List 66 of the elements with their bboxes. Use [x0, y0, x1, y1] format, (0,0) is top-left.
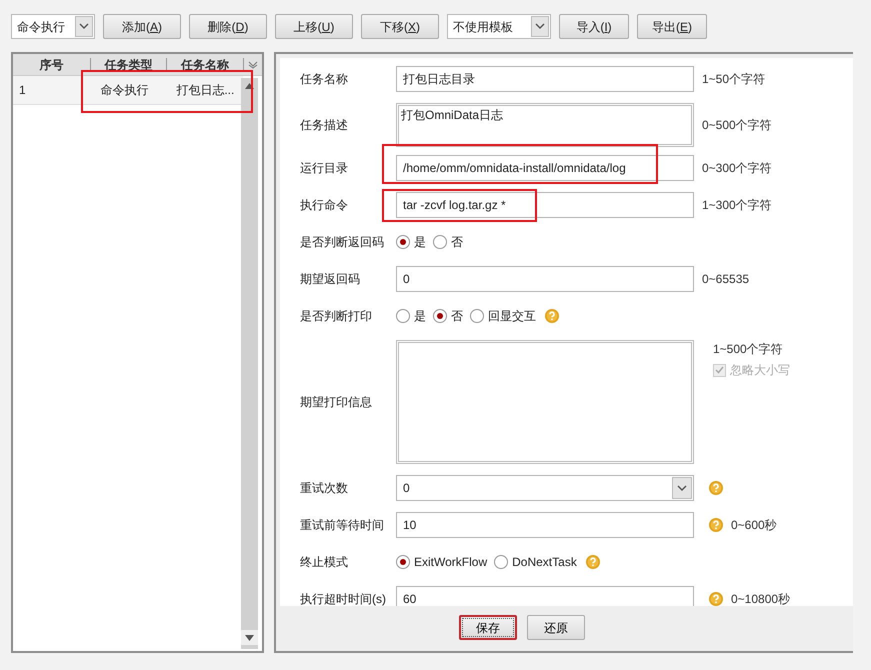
- help-icon[interactable]: [709, 592, 723, 606]
- chevron-down-icon[interactable]: [535, 23, 545, 30]
- hint-text: 0~500个字符: [701, 118, 772, 132]
- table-cell-text: 1: [18, 82, 27, 99]
- radio-option[interactable]: 否: [433, 233, 463, 251]
- field-label: 重试前等待时间: [299, 518, 385, 532]
- sort-icon[interactable]: [248, 60, 258, 68]
- hint-text: 0~65535: [701, 272, 750, 286]
- field-label: 任务名称: [299, 72, 349, 86]
- table-cell-text: 打包日志...: [175, 82, 236, 99]
- toolbar-button[interactable]: 下移(X): [361, 14, 439, 39]
- field-label: 是否判断打印: [299, 309, 373, 323]
- text-area[interactable]: [396, 340, 694, 464]
- toolbar-button[interactable]: 删除(D): [189, 14, 267, 39]
- retry-select[interactable]: 0: [396, 475, 694, 501]
- help-icon[interactable]: [545, 309, 559, 323]
- radio-option[interactable]: 是: [396, 233, 426, 251]
- help-icon[interactable]: [709, 518, 723, 532]
- footer-button[interactable]: 保存: [459, 615, 517, 640]
- radio-option[interactable]: 是: [396, 307, 426, 325]
- checkbox-label: 忽略大小写: [730, 362, 790, 379]
- hint-text: 0~600秒: [730, 518, 777, 532]
- scrollbar[interactable]: [241, 78, 258, 649]
- hint-text: 1~500个字符: [713, 342, 784, 356]
- check-icon: [715, 366, 724, 374]
- column-header: 序号: [13, 58, 91, 72]
- text-area[interactable]: 打包OmniData日志: [396, 103, 694, 147]
- hint-text: 1~300个字符: [701, 198, 772, 212]
- scroll-down-icon[interactable]: [245, 634, 254, 640]
- field-label: 终止模式: [299, 555, 349, 569]
- scroll-up-icon[interactable]: [245, 83, 254, 89]
- input-field[interactable]: 10: [396, 512, 694, 538]
- help-icon[interactable]: [586, 555, 600, 569]
- toolbar-button[interactable]: 添加(A): [103, 14, 181, 39]
- footer-button[interactable]: 还原: [527, 615, 585, 640]
- input-field[interactable]: 打包日志目录: [396, 66, 694, 92]
- field-label: 运行目录: [299, 161, 349, 175]
- hint-text: 1~50个字符: [701, 72, 766, 86]
- table-row[interactable]: 1 命令执行 打包日志...: [13, 76, 243, 105]
- input-field[interactable]: tar -zcvf log.tar.gz *: [396, 192, 694, 218]
- toolbar-button[interactable]: 导入(I): [559, 14, 629, 39]
- field-label: 执行命令: [299, 198, 349, 212]
- input-field[interactable]: 0: [396, 266, 694, 292]
- radio-option[interactable]: ExitWorkFlow: [396, 553, 488, 571]
- radio-option[interactable]: 否: [433, 307, 463, 325]
- input-field[interactable]: 60: [396, 586, 694, 606]
- field-label: 期望打印信息: [299, 395, 373, 409]
- radio-option[interactable]: DoNextTask: [494, 553, 577, 571]
- hint-text: 0~300个字符: [701, 161, 772, 175]
- chevron-down-icon[interactable]: [79, 23, 89, 30]
- input-field[interactable]: /home/omm/omnidata-install/omnidata/log: [396, 155, 694, 181]
- field-label: 任务描述: [299, 118, 349, 132]
- toolbar-button[interactable]: 导出(E): [637, 14, 707, 39]
- field-label: 期望返回码: [299, 272, 361, 286]
- field-label: 执行超时时间(s): [299, 592, 387, 606]
- template-select[interactable]: 不使用模板: [447, 14, 551, 39]
- column-header: 任务名称: [167, 58, 244, 72]
- radio-option[interactable]: 回显交互: [470, 307, 536, 325]
- toolbar-button[interactable]: 上移(U): [275, 14, 353, 39]
- hint-text: 0~10800秒: [730, 592, 790, 606]
- help-icon[interactable]: [709, 481, 723, 495]
- table-cell-text: 命令执行: [100, 82, 150, 99]
- field-label: 重试次数: [299, 481, 349, 495]
- field-label: 是否判断返回码: [299, 235, 385, 249]
- type-select[interactable]: 命令执行: [11, 14, 95, 39]
- chevron-down-icon[interactable]: [677, 484, 687, 492]
